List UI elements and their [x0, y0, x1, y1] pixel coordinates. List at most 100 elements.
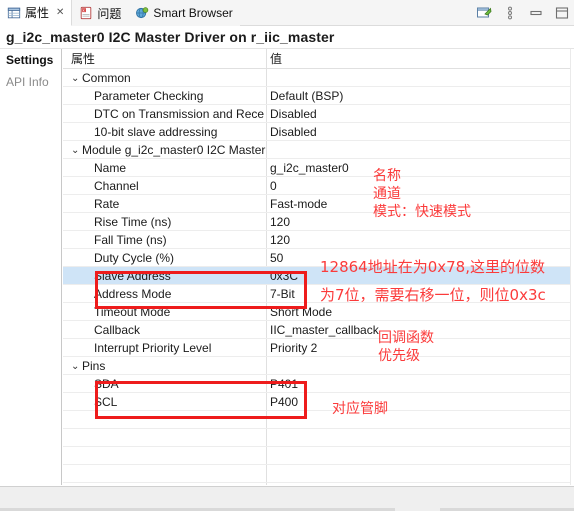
- properties-icon: [7, 7, 21, 18]
- maximize-icon[interactable]: [554, 5, 570, 21]
- tab-problems[interactable]: x 问题: [72, 0, 129, 26]
- view-menu-icon[interactable]: [502, 5, 518, 21]
- group-header-common[interactable]: ⌄ Common: [63, 69, 574, 87]
- tab-label: 问题: [97, 6, 122, 21]
- row-label: Slave Address: [94, 269, 171, 283]
- row-value[interactable]: 0: [270, 177, 570, 194]
- group-name: Pins: [82, 359, 106, 373]
- row-label: Name: [94, 161, 127, 175]
- row-label: 10-bit slave addressing: [94, 125, 218, 139]
- table-row[interactable]: DTC on Transmission and Rece Disabled: [63, 105, 574, 123]
- row-label: Rise Time (ns): [94, 215, 172, 229]
- row-value[interactable]: P401: [270, 375, 570, 392]
- table-row-sda[interactable]: SDA P401: [63, 375, 574, 393]
- row-label: Duty Cycle (%): [94, 251, 175, 265]
- row-label: SCL: [94, 395, 118, 409]
- row-label: Rate: [94, 197, 120, 211]
- row-label: Channel: [94, 179, 139, 193]
- row-label: Timeout Mode: [94, 305, 171, 319]
- table-row-empty: [63, 465, 574, 483]
- minimize-icon[interactable]: [528, 5, 544, 21]
- annotation-priority: 优先级: [378, 348, 420, 364]
- table-row[interactable]: 10-bit slave addressing Disabled: [63, 123, 574, 141]
- settings-sidebar: Settings API Info: [0, 49, 62, 485]
- table-row[interactable]: Channel 0: [63, 177, 574, 195]
- table-row-empty: [63, 411, 574, 429]
- row-value: [270, 465, 570, 482]
- row-value[interactable]: Disabled: [270, 105, 570, 122]
- table-row-empty: [63, 429, 574, 447]
- table-header-row: 属性 值: [63, 49, 574, 69]
- tab-smart-browser[interactable]: Smart Browser: [128, 0, 240, 26]
- row-label: Address Mode: [94, 287, 172, 301]
- annotation-address-line2: 为7位，需要右移一位，则位0x3c: [320, 286, 546, 304]
- row-label: Callback: [94, 323, 141, 337]
- table-row[interactable]: Parameter Checking Default (BSP): [63, 87, 574, 105]
- table-row[interactable]: Interrupt Priority Level Priority 2: [63, 339, 574, 357]
- table-row[interactable]: Callback IIC_master_callback: [63, 321, 574, 339]
- chevron-down-icon[interactable]: ⌄: [71, 70, 82, 86]
- row-value: [270, 483, 570, 485]
- column-header-value: 值: [270, 52, 283, 66]
- annotation-channel: 通道: [373, 186, 401, 202]
- row-label: SDA: [94, 377, 119, 391]
- annotation-name: 名称: [373, 168, 401, 184]
- table-row[interactable]: Fall Time (ns) 120: [63, 231, 574, 249]
- row-value[interactable]: Disabled: [270, 123, 570, 140]
- row-value[interactable]: Short Mode: [270, 303, 570, 320]
- problems-icon: x: [81, 6, 92, 20]
- table-row[interactable]: Rate Fast-mode: [63, 195, 574, 213]
- annotation-callback: 回调函数: [378, 330, 434, 346]
- row-value[interactable]: Default (BSP): [270, 87, 570, 104]
- group-header-module[interactable]: ⌄ Module g_i2c_master0 I2C Master: [63, 141, 574, 159]
- vertical-scrollbar[interactable]: [570, 49, 574, 485]
- table-row[interactable]: Timeout Mode Short Mode: [63, 303, 574, 321]
- table-row-scl[interactable]: SCL P400: [63, 393, 574, 411]
- row-value[interactable]: g_i2c_master0: [270, 159, 570, 176]
- column-header-property: 属性: [71, 52, 96, 66]
- row-label: [63, 447, 266, 464]
- properties-view: 属性 ✕ x 问题 Smart Browser g_i2c_master0 I2…: [0, 0, 574, 511]
- tab-properties[interactable]: 属性 ✕: [0, 0, 73, 26]
- annotation-address-line1: 12864地址在为0x78,这里的位数: [320, 258, 545, 276]
- row-value: [270, 447, 570, 464]
- new-view-icon[interactable]: [476, 5, 492, 21]
- row-label: [63, 411, 266, 428]
- group-label: ⌄ Common: [63, 69, 266, 86]
- page-title: g_i2c_master0 I2C Master Driver on r_iic…: [6, 29, 335, 45]
- row-value[interactable]: P400: [270, 393, 570, 410]
- table-row-empty: [63, 447, 574, 465]
- row-value[interactable]: 120: [270, 231, 570, 248]
- row-label: DTC on Transmission and Rece: [94, 107, 265, 121]
- group-header-pins[interactable]: ⌄ Pins: [63, 357, 574, 375]
- annotation-rate: 模式：快速模式: [373, 204, 471, 220]
- row-label: Parameter Checking: [94, 89, 204, 103]
- smart-browser-icon: [136, 7, 149, 19]
- chevron-down-icon[interactable]: ⌄: [71, 142, 82, 158]
- row-label: [63, 465, 266, 482]
- table-row-empty: [63, 483, 574, 485]
- table-row[interactable]: Rise Time (ns) 120: [63, 213, 574, 231]
- sidebar-item-settings[interactable]: Settings: [0, 49, 61, 71]
- row-value: [270, 429, 570, 446]
- group-name: Common: [82, 71, 131, 85]
- close-icon[interactable]: ✕: [56, 7, 64, 18]
- group-value: [270, 69, 570, 86]
- sidebar-item-api-info[interactable]: API Info: [0, 71, 61, 93]
- svg-text:x: x: [83, 9, 85, 13]
- row-label: Interrupt Priority Level: [94, 341, 212, 355]
- row-label: [63, 483, 266, 485]
- group-name: Module g_i2c_master0 I2C Master: [82, 143, 266, 157]
- table-row[interactable]: Name g_i2c_master0: [63, 159, 574, 177]
- group-value: [270, 357, 570, 374]
- annotation-pins: 对应管脚: [332, 401, 388, 417]
- group-value: [270, 141, 570, 158]
- row-value: [270, 411, 570, 428]
- group-label: ⌄ Pins: [63, 357, 266, 374]
- group-label: ⌄ Module g_i2c_master0 I2C Master: [63, 141, 266, 158]
- row-label: Fall Time (ns): [94, 233, 167, 247]
- row-label: [63, 429, 266, 446]
- chevron-down-icon[interactable]: ⌄: [71, 358, 82, 374]
- tab-label: 属性: [25, 6, 50, 20]
- view-toolbar: [476, 0, 570, 26]
